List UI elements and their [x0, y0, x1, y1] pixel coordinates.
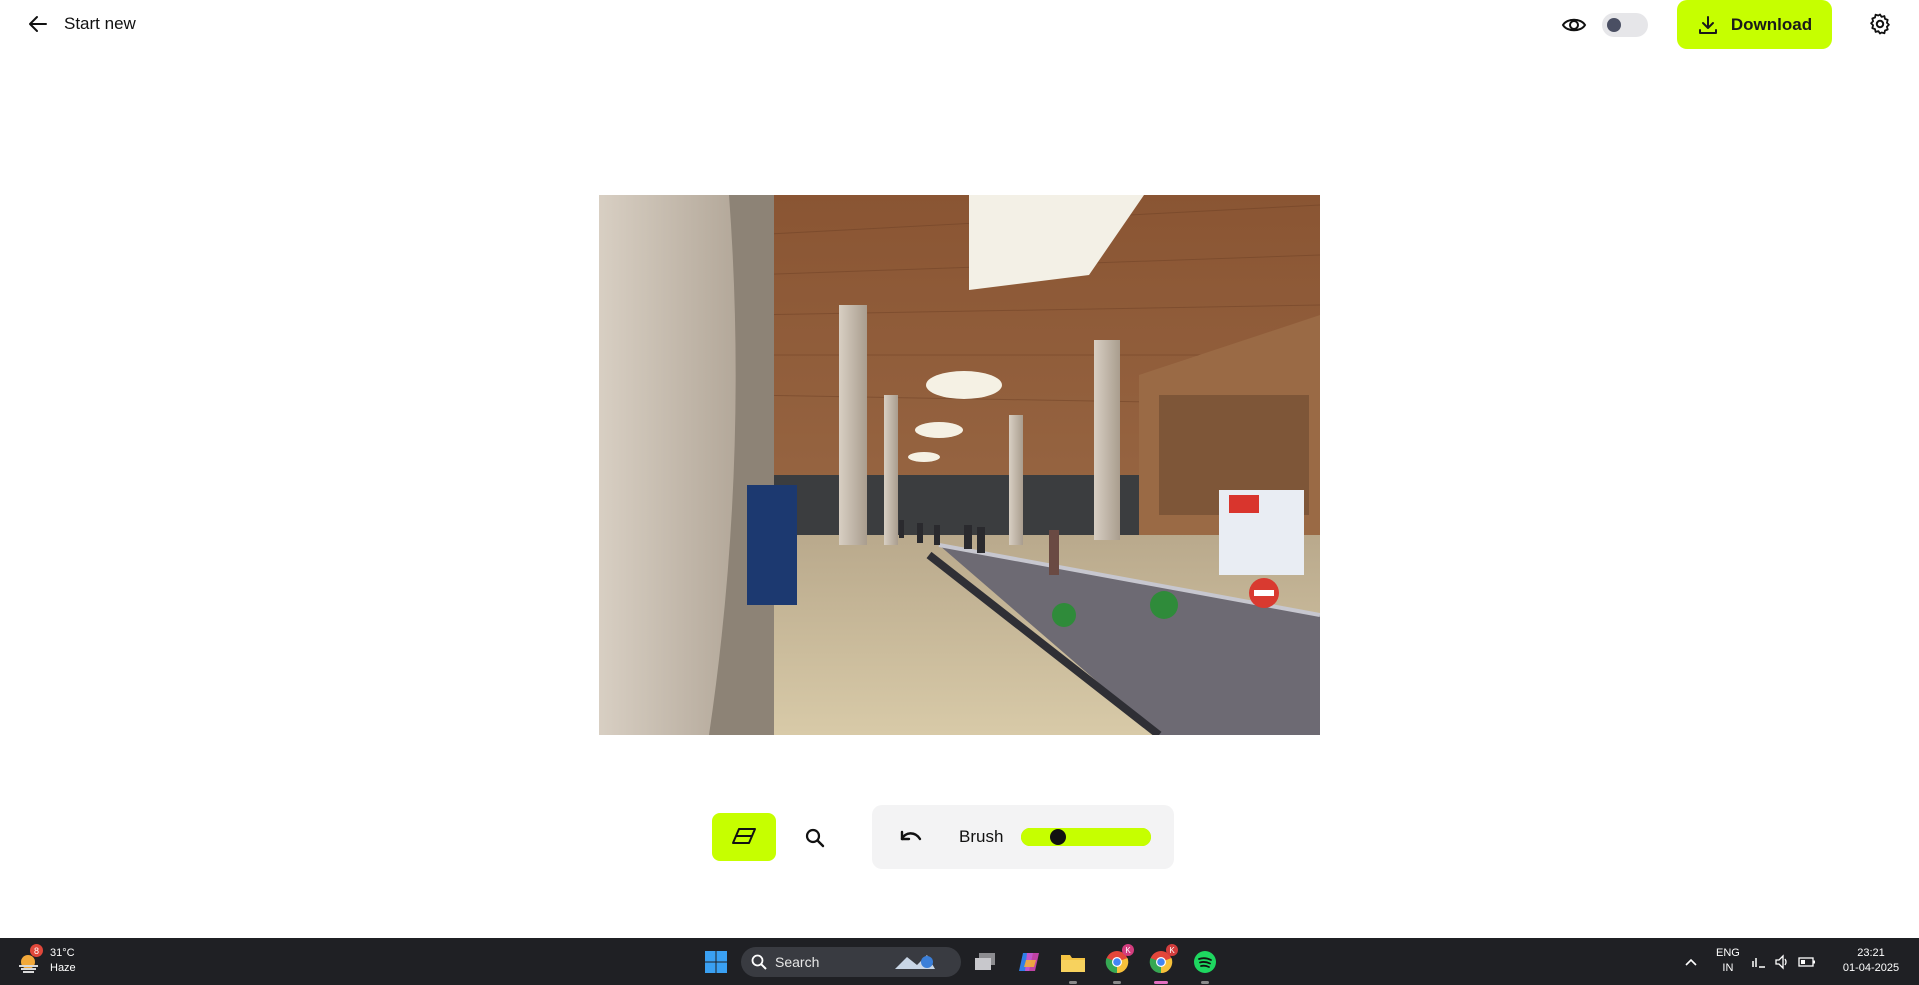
weather-badge: 8 — [30, 944, 43, 957]
slider-track — [1021, 828, 1151, 846]
profile-badge: K — [1166, 944, 1178, 956]
taskbar-search[interactable]: Search — [741, 947, 961, 977]
running-indicator — [1201, 981, 1209, 984]
clock[interactable]: 23:21 01-04-2025 — [1839, 946, 1903, 976]
eraser-tool-button[interactable] — [712, 813, 776, 861]
brush-panel: Brush — [872, 805, 1174, 869]
slider-thumb[interactable] — [1049, 829, 1066, 845]
spotify-icon — [1194, 951, 1216, 973]
weather-temp: 31°C — [50, 947, 75, 959]
search-icon — [751, 954, 767, 970]
weather-widget[interactable]: 8 31°C Haze — [16, 944, 76, 976]
network-icon — [1752, 958, 1765, 968]
chrome-profile-1-button[interactable]: K — [1102, 944, 1134, 984]
language-indicator[interactable]: ENG IN — [1716, 946, 1740, 976]
eraser-icon — [732, 828, 756, 844]
weather-condition: Haze — [50, 962, 76, 974]
chrome-profile-2-button[interactable]: K — [1146, 944, 1178, 984]
copilot-icon — [1019, 953, 1039, 971]
start-new-button[interactable]: Start new — [26, 12, 136, 36]
zoom-tool-button[interactable] — [800, 823, 830, 853]
quick-settings-button[interactable] — [1750, 947, 1816, 977]
running-indicator — [1069, 981, 1077, 984]
file-explorer-button[interactable] — [1058, 947, 1088, 984]
preview-toggle[interactable] — [1602, 13, 1648, 37]
download-icon — [1698, 15, 1717, 34]
app-window: Start new Download Brush — [0, 0, 1919, 938]
search-highlight-icon — [895, 955, 936, 969]
windows-taskbar: 8 31°C Haze Search K K ENG IN 23:21 01-0… — [0, 938, 1919, 985]
profile-badge: K — [1122, 944, 1134, 956]
taskbar-search-placeholder: Search — [775, 954, 820, 970]
spotify-button[interactable] — [1190, 947, 1220, 984]
active-indicator — [1154, 981, 1168, 984]
language-code: ENG — [1716, 947, 1740, 959]
weather-icon: 8 — [16, 944, 43, 974]
clock-date: 01-04-2025 — [1842, 962, 1900, 974]
running-indicator — [1113, 981, 1121, 984]
search-icon — [805, 828, 825, 848]
gear-icon[interactable] — [1868, 12, 1892, 36]
brush-size-slider[interactable] — [1021, 828, 1151, 846]
undo-icon[interactable] — [896, 823, 924, 851]
download-label: Download — [1730, 14, 1813, 34]
volume-icon — [1775, 954, 1787, 970]
windows-logo-icon — [705, 951, 727, 973]
battery-icon — [1798, 957, 1815, 967]
photo-canvas[interactable] — [599, 195, 1320, 735]
arrow-left-icon — [29, 16, 47, 32]
chevron-up-icon — [1685, 958, 1697, 966]
eye-icon[interactable] — [1561, 13, 1587, 37]
airport-photo — [599, 195, 1320, 735]
toggle-knob — [1607, 18, 1621, 32]
start-new-label: Start new — [64, 14, 136, 33]
start-button[interactable] — [701, 947, 731, 977]
folder-icon — [1061, 955, 1085, 972]
copilot-button[interactable] — [1014, 947, 1044, 977]
download-button[interactable]: Download — [1677, 0, 1832, 49]
brush-label: Brush — [959, 827, 1004, 846]
task-view-icon — [975, 953, 995, 970]
task-view-button[interactable] — [970, 947, 1000, 977]
show-hidden-icons-button[interactable] — [1676, 947, 1706, 977]
clock-time: 23:21 — [1857, 947, 1885, 959]
region-code: IN — [1722, 962, 1734, 974]
